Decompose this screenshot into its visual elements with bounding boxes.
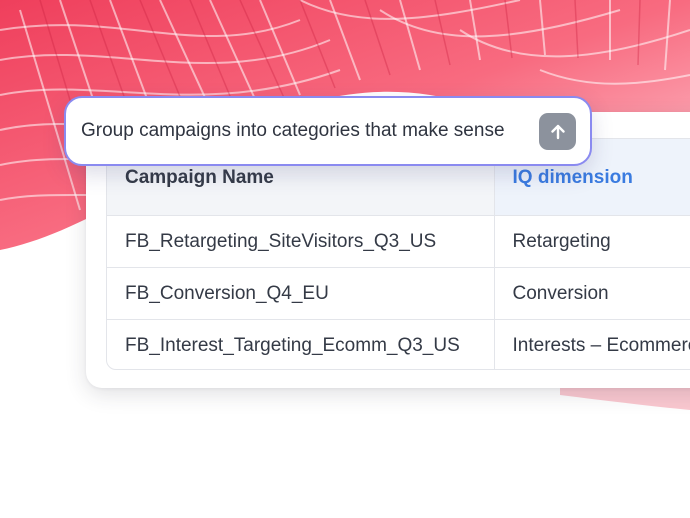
cell-iq-dimension: Retargeting: [493, 215, 690, 268]
stage: Campaign Name IQ dimension FB_Retargetin…: [0, 0, 690, 518]
cell-iq-dimension: Conversion: [493, 267, 690, 320]
column-header-iq-dimension-label: IQ dimension: [512, 167, 633, 188]
cell-campaign-name: FB_Interest_Targeting_Ecomm_Q3_US: [125, 334, 460, 356]
send-button[interactable]: [539, 113, 576, 150]
arrow-up-icon: [550, 124, 565, 139]
cell-campaign-name: FB_Conversion_Q4_EU: [107, 267, 494, 320]
table-row: FB_Interest_Targeting_Ecomm_Q3_US Intere…: [107, 319, 690, 369]
prompt-text[interactable]: Group campaigns into categories that mak…: [81, 120, 505, 142]
cell-iq-dimension: Interests – Ecommerce: [493, 319, 690, 369]
cell-campaign-name: FB_Retargeting_SiteVisitors_Q3_US: [107, 215, 494, 268]
table-row: FB_Conversion_Q4_EU Conversion: [107, 267, 690, 320]
column-header-campaign-name-label: Campaign Name: [125, 167, 274, 188]
prompt-input[interactable]: Group campaigns into categories that mak…: [64, 96, 592, 166]
campaign-table: Campaign Name IQ dimension FB_Retargetin…: [106, 138, 690, 370]
table-row: FB_Retargeting_SiteVisitors_Q3_US Retarg…: [107, 215, 690, 268]
